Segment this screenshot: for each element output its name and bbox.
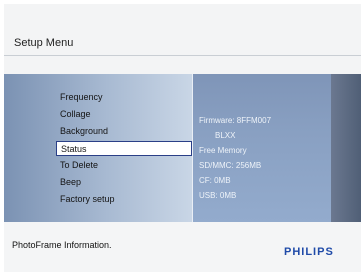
footer: PhotoFrame Information. PHILIPS (4, 222, 361, 272)
usb-text: USB: 0MB (199, 191, 237, 200)
firmware-extra-text: BLXX (215, 131, 236, 140)
page-title: Setup Menu (14, 37, 74, 49)
header-divider (4, 55, 361, 56)
header: Setup Menu (4, 4, 361, 56)
menu-item-beep[interactable]: Beep (56, 175, 190, 190)
firmware-text: Firmware: 8FFM007 (199, 116, 272, 125)
menu-panel: Frequency Collage Background Status To D… (4, 74, 193, 222)
menu-item-collage[interactable]: Collage (56, 107, 190, 122)
footer-description: PhotoFrame Information. (12, 240, 112, 250)
menu-item-status[interactable]: Status (56, 141, 192, 156)
menu-item-frequency[interactable]: Frequency (56, 90, 190, 105)
cf-text: CF: 0MB (199, 176, 231, 185)
free-memory-label: Free Memory (199, 146, 247, 155)
right-panel (331, 74, 361, 222)
setup-menu: Frequency Collage Background Status To D… (56, 90, 192, 209)
setup-screen: Setup Menu Frequency Collage Background … (4, 4, 361, 272)
status-info: Firmware: 8FFM007 BLXX Free Memory SD/MM… (199, 116, 271, 206)
menu-item-factory-setup[interactable]: Factory setup (56, 192, 190, 207)
philips-logo: PHILIPS (284, 246, 334, 258)
content-area: Frequency Collage Background Status To D… (4, 74, 361, 222)
sd-mmc-text: SD/MMC: 256MB (199, 161, 262, 170)
menu-item-to-delete[interactable]: To Delete (56, 158, 190, 173)
status-info-panel: Firmware: 8FFM007 BLXX Free Memory SD/MM… (193, 74, 331, 222)
menu-item-background[interactable]: Background (56, 124, 190, 139)
